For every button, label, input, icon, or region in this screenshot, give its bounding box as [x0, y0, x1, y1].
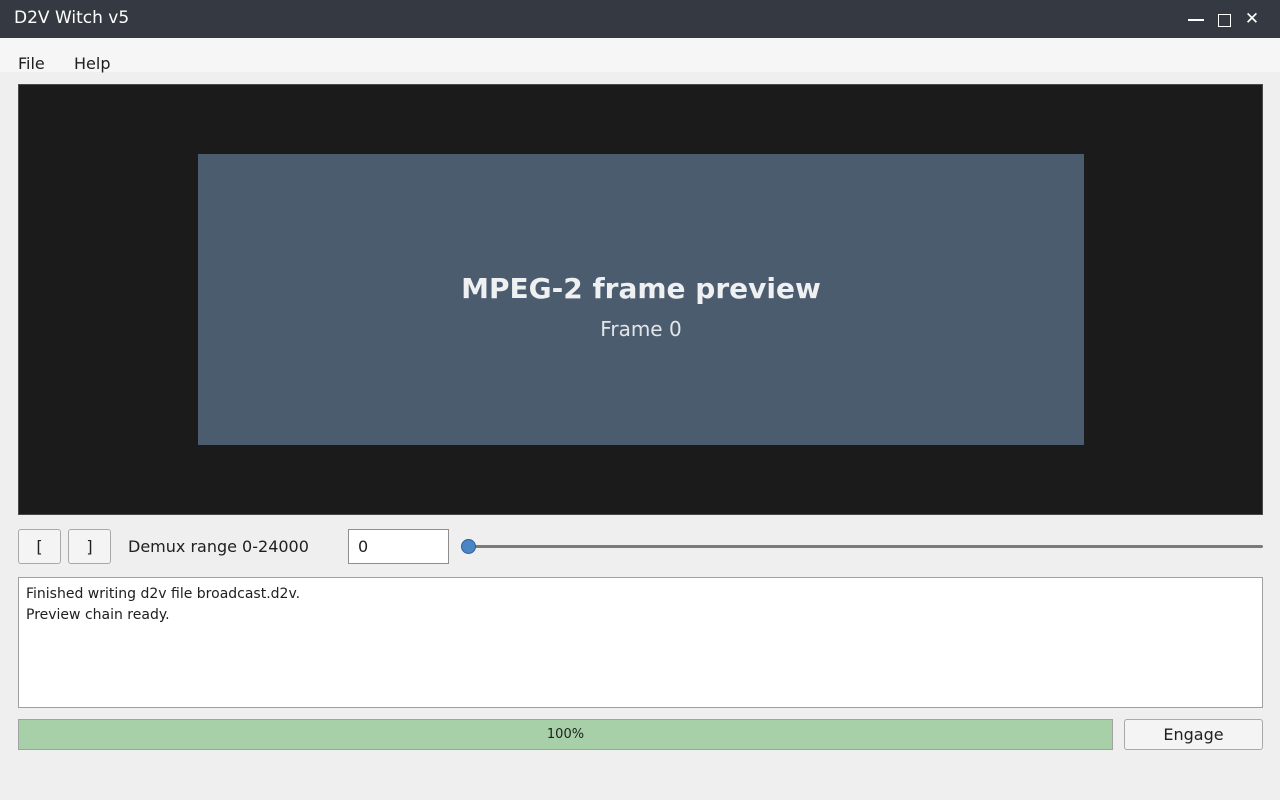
frame-preview: MPEG-2 frame preview Frame 0: [198, 154, 1084, 445]
close-icon: ✕: [1244, 8, 1260, 29]
minimize-icon: [1188, 19, 1204, 21]
frame-number-label: Frame 0: [600, 317, 682, 341]
minimize-button[interactable]: [1182, 0, 1210, 38]
log-line: Preview chain ready.: [26, 607, 170, 623]
menu-help[interactable]: Help: [74, 54, 110, 73]
demux-range-label: Demux range 0-24000: [128, 537, 309, 556]
window-title: D2V Witch v5: [14, 8, 130, 28]
menu-file[interactable]: File: [18, 54, 45, 73]
close-button[interactable]: ✕: [1238, 0, 1266, 38]
maximize-icon: [1217, 13, 1231, 27]
frame-slider[interactable]: [468, 545, 1263, 548]
menu-bar: File Help: [0, 38, 1280, 73]
range-end-button[interactable]: ]: [68, 529, 111, 564]
video-preview-area: MPEG-2 frame preview Frame 0: [18, 84, 1263, 515]
frame-number-input[interactable]: [348, 529, 449, 564]
frame-slider-handle[interactable]: [461, 539, 476, 554]
progress-text: 100%: [546, 727, 585, 742]
log-line: Finished writing d2v file broadcast.d2v.: [26, 586, 301, 602]
range-start-button[interactable]: [: [18, 529, 61, 564]
progress-bar: 100%: [18, 719, 1113, 750]
maximize-button[interactable]: [1210, 0, 1238, 38]
log-output[interactable]: Finished writing d2v file broadcast.d2v.…: [18, 577, 1263, 708]
preview-title: MPEG-2 frame preview: [461, 272, 821, 305]
engage-button[interactable]: Engage: [1124, 719, 1263, 750]
title-bar: D2V Witch v5 ✕: [0, 0, 1280, 38]
